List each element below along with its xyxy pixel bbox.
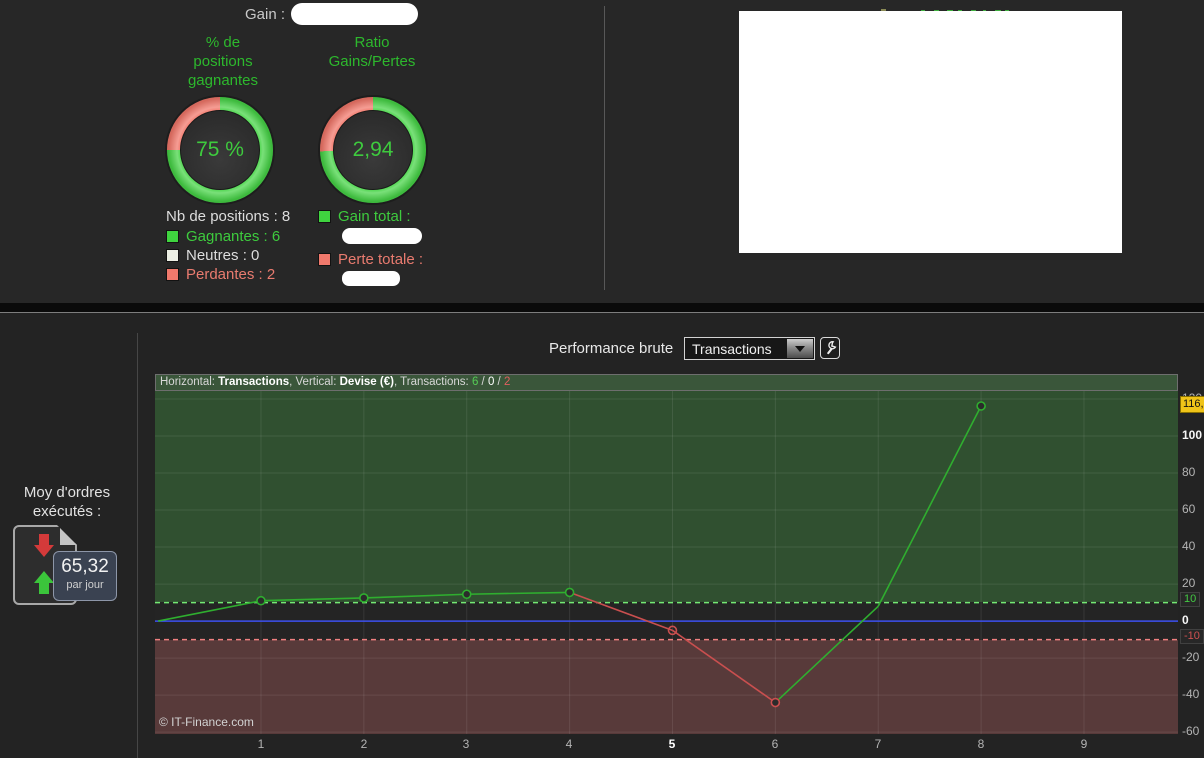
performance-brute-label: Performance brute	[549, 340, 674, 357]
wrench-icon	[827, 341, 837, 355]
gain-value-redacted	[291, 3, 418, 25]
total-loss-swatch	[318, 253, 331, 266]
y-tick-label: 60	[1182, 502, 1196, 516]
x-tick-label: 6	[771, 737, 779, 751]
winning-positions-gauge-title: % de positions gagnantes	[187, 34, 259, 89]
total-gain-label: Gain total :	[338, 208, 411, 225]
avg-orders-label: Moy d'ordres exécutés :	[23, 484, 111, 520]
legend-row-losing: Perdantes : 2	[166, 266, 275, 283]
chart-settings-button[interactable]	[820, 337, 840, 359]
neutral-legend-swatch	[166, 249, 179, 262]
chart-info-header: Horizontal: Transactions, Vertical: Devi…	[155, 374, 1178, 391]
losses-count: 2	[503, 376, 511, 388]
y-tick-label: 20	[1182, 576, 1196, 590]
equity-curve-svg	[155, 391, 1178, 734]
y-tick-label: -20	[1182, 650, 1200, 664]
total-gain-row: Gain total :	[318, 208, 411, 225]
x-tick-label: 4	[565, 737, 573, 751]
y-tick-label: -40	[1182, 687, 1200, 701]
chevron-down-icon	[795, 345, 805, 352]
neutral-legend-label: Neutres : 0	[186, 247, 260, 264]
y-tick-label: -60	[1182, 724, 1200, 738]
avg-orders-unit: par jour	[66, 579, 104, 591]
total-gain-swatch	[318, 210, 331, 223]
watermark: © IT-Finance.com	[159, 715, 254, 729]
x-tick-label: 3	[462, 737, 470, 751]
x-axis: 1 2 3 4 5 6 7 8 9	[155, 737, 1178, 757]
losing-legend-label: Perdantes : 2	[186, 266, 276, 283]
fold-corner-icon	[60, 528, 77, 545]
y-tick-label: 40	[1182, 539, 1196, 553]
upper-threshold-badge: 10	[1180, 592, 1201, 607]
positions-count-label: Nb de positions : 8	[166, 208, 291, 225]
total-loss-label: Perte totale :	[338, 251, 424, 268]
gain-loss-ratio-gauge-title: Ratio Gains/Pertes	[328, 34, 416, 70]
donut-center: 2,94	[333, 110, 413, 190]
total-loss-row: Perte totale :	[318, 251, 423, 268]
winning-legend-swatch	[166, 230, 179, 243]
x-tick-label: 9	[1080, 737, 1088, 751]
winning-positions-donut-gauge: 75 %	[167, 97, 273, 203]
bottom-panel-divider	[137, 333, 138, 758]
panel-divider-band	[0, 303, 1204, 312]
x-tick-label: 7	[874, 737, 882, 751]
avg-orders-value: 65,32	[61, 556, 109, 577]
last-value-tag: 116,	[1180, 396, 1204, 413]
legend-row-winning: Gagnantes : 6	[166, 228, 280, 245]
avg-orders-value-box: 65,32 par jour	[53, 551, 117, 601]
donut-center: 75 %	[180, 110, 260, 190]
losing-legend-swatch	[166, 268, 179, 281]
y-tick-label: 80	[1182, 465, 1196, 479]
winning-positions-value: 75 %	[196, 138, 244, 161]
chart-mode-dropdown[interactable]: Transactions	[684, 337, 815, 360]
winning-legend-label: Gagnantes : 6	[186, 228, 281, 245]
x-tick-label: 5	[668, 737, 676, 751]
performance-chart-plot[interactable]: © IT-Finance.com	[155, 391, 1178, 734]
legend-row-neutral: Neutres : 0	[166, 247, 259, 264]
x-tick-label: 2	[360, 737, 368, 751]
total-loss-value-redacted	[342, 271, 400, 286]
x-tick-label: 1	[257, 737, 265, 751]
dropdown-selected-value: Transactions	[692, 341, 772, 357]
redacted-chart-area	[739, 11, 1122, 253]
gain-loss-ratio-value: 2,94	[352, 138, 394, 161]
top-panel-divider	[604, 6, 605, 290]
gain-loss-ratio-donut-gauge: 2,94	[320, 97, 426, 203]
y-tick-label: 0	[1182, 613, 1189, 627]
y-axis: 120 116, 100 80 60 40 20 10 0 -10 -20 -4…	[1180, 374, 1204, 758]
gain-label: Gain :	[245, 6, 286, 23]
y-tick-label: 100	[1182, 428, 1203, 442]
lower-threshold-badge: -10	[1180, 629, 1204, 644]
total-gain-value-redacted	[342, 228, 422, 244]
x-tick-label: 8	[977, 737, 985, 751]
panel-divider-line	[0, 312, 1204, 313]
trading-stats-screen: Gain : % de positions gagnantes Ratio Ga…	[0, 0, 1204, 758]
dropdown-arrow-button[interactable]	[787, 339, 813, 358]
